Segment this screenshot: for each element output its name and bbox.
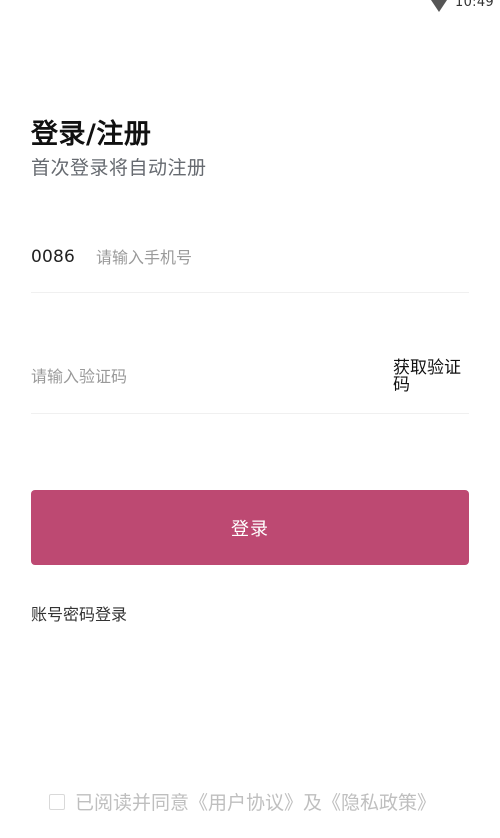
country-code[interactable]: 0086	[31, 247, 96, 267]
page-subtitle: 首次登录将自动注册	[31, 157, 207, 179]
verification-code-row: 获取验证码	[31, 340, 469, 414]
login-button[interactable]: 登录	[31, 490, 469, 565]
get-code-button[interactable]: 获取验证码	[393, 359, 465, 394]
page-title: 登录/注册	[31, 119, 152, 150]
agreement-row: 已阅读并同意《用户协议》及《隐私政策》	[49, 788, 436, 815]
phone-row: 0086	[31, 222, 469, 293]
password-login-link[interactable]: 账号密码登录	[31, 601, 127, 625]
status-time: 10:49	[455, 0, 494, 10]
verification-code-input[interactable]	[31, 361, 393, 392]
phone-input[interactable]	[96, 242, 469, 272]
agreement-checkbox[interactable]	[49, 793, 65, 810]
status-bar: 10:49	[431, 0, 500, 14]
agreement-text[interactable]: 已阅读并同意《用户协议》及《隐私政策》	[75, 788, 436, 815]
wifi-icon	[431, 0, 448, 12]
